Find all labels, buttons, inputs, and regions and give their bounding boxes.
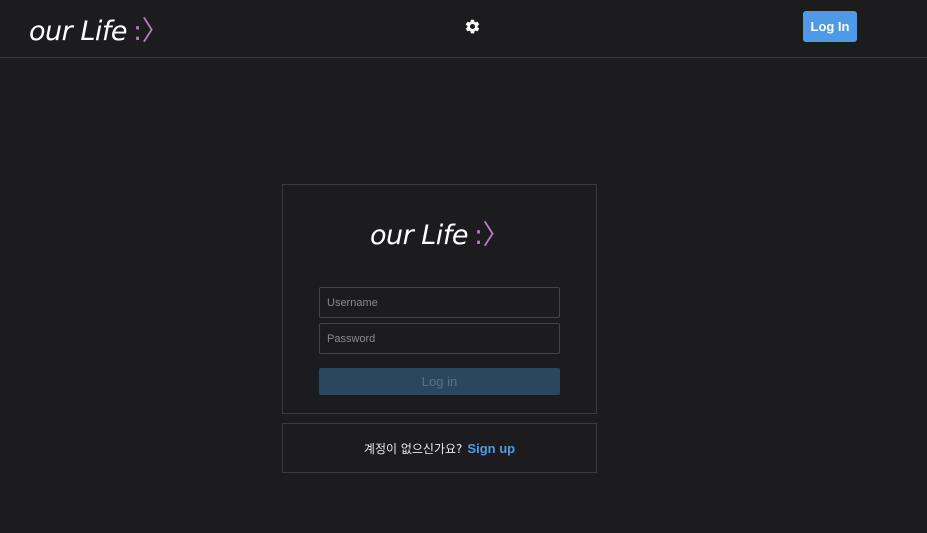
signup-prompt-text: 계정이 없으신가요? <box>363 441 463 456</box>
card-logo-mark: :〉 <box>473 220 510 251</box>
header-login-button[interactable]: Log In <box>803 11 857 42</box>
gear-icon-svg <box>465 19 480 34</box>
gear-icon[interactable] <box>464 18 481 35</box>
card-logo-text: our Life <box>369 220 468 251</box>
login-submit-button[interactable]: Log in <box>319 368 560 395</box>
username-input[interactable] <box>319 287 560 318</box>
brand-logo-mark: :〉 <box>132 16 169 47</box>
top-navbar: our Life :〉 Log In <box>0 0 927 58</box>
signup-link[interactable]: Sign up <box>467 441 515 456</box>
card-logo: our Life :〉 <box>283 213 596 252</box>
brand-logo[interactable]: our Life :〉 <box>29 9 169 48</box>
login-card: our Life :〉 Log in <box>282 184 597 414</box>
password-input[interactable] <box>319 323 560 354</box>
brand-logo-text: our Life <box>29 16 127 47</box>
signup-prompt-box: 계정이 없으신가요? Sign up <box>282 423 597 473</box>
